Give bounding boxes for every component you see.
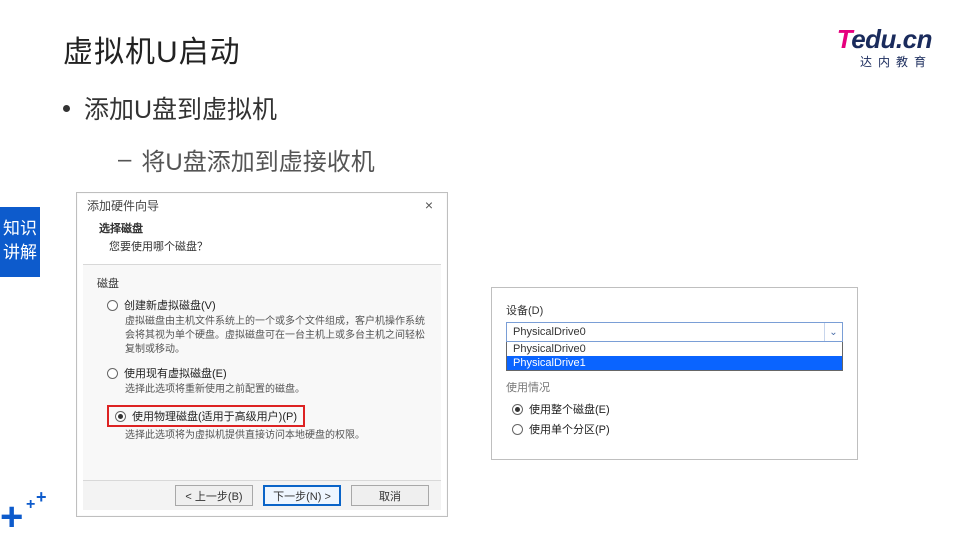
back-button[interactable]: < 上一步(B) [175, 485, 253, 506]
slide-title: 虚拟机U启动 [63, 27, 241, 71]
sub-bullet-item: – 将U盘添加到虚接收机 [118, 142, 375, 177]
logo-t-letter: T [837, 24, 851, 54]
radio-icon[interactable] [107, 368, 118, 379]
dropdown-option-physicaldrive0[interactable]: PhysicalDrive0 [507, 342, 842, 356]
brand-logo: Tedu.cn 达内教育 [837, 24, 932, 70]
logo-subtitle: 达内教育 [837, 53, 932, 70]
side-tag-label: 知识讲解 [0, 207, 40, 277]
option-use-whole-disk[interactable]: 使用整个磁盘(E) [512, 401, 843, 417]
radio-icon[interactable] [512, 424, 523, 435]
cancel-button[interactable]: 取消 [351, 485, 429, 506]
bullet-dot-icon [63, 105, 70, 112]
option-label: 创建新虚拟磁盘(V) [124, 297, 216, 313]
close-icon[interactable]: × [421, 197, 437, 214]
dialog-heading: 选择磁盘 [99, 220, 431, 236]
usage-heading: 使用情况 [506, 379, 843, 395]
section-label-disk: 磁盘 [97, 275, 427, 291]
dash-icon: – [118, 146, 131, 174]
radio-icon[interactable] [107, 300, 118, 311]
chevron-down-icon[interactable]: ⌄ [824, 323, 842, 341]
combobox-value: PhysicalDrive0 [513, 326, 586, 338]
plus-icon: + [36, 487, 47, 508]
option-use-single-partition[interactable]: 使用单个分区(P) [512, 421, 843, 437]
radio-icon[interactable] [115, 411, 126, 422]
option-use-physical-disk[interactable]: 使用物理磁盘(适用于高级用户)(P) 选择此选项将为虚拟机提供直接访问本地硬盘的… [107, 405, 427, 443]
option-label: 使用现有虚拟磁盘(E) [124, 365, 227, 381]
option-description: 选择此选项将重新使用之前配置的磁盘。 [125, 383, 427, 397]
device-combobox[interactable]: PhysicalDrive0 ⌄ [506, 322, 843, 342]
option-use-existing-vdisk[interactable]: 使用现有虚拟磁盘(E) 选择此选项将重新使用之前配置的磁盘。 [107, 365, 427, 397]
sub-bullet-text: 将U盘添加到虚接收机 [141, 142, 374, 177]
bullet-item: 添加U盘到虚拟机 [63, 90, 277, 126]
device-select-panel: 设备(D) PhysicalDrive0 ⌄ PhysicalDrive0 Ph… [491, 287, 858, 460]
option-label: 使用单个分区(P) [529, 421, 610, 437]
corner-plus-decoration: + + + [0, 484, 60, 540]
device-label: 设备(D) [506, 302, 843, 318]
radio-icon[interactable] [512, 404, 523, 415]
plus-icon: + [0, 497, 23, 537]
option-description: 虚拟磁盘由主机文件系统上的一个或多个文件组成，客户机操作系统会将其视为单个硬盘。… [125, 315, 427, 357]
option-description: 选择此选项将为虚拟机提供直接访问本地硬盘的权限。 [125, 429, 427, 443]
dialog-window-title: 添加硬件向导 [87, 197, 159, 214]
add-hardware-wizard-dialog: 添加硬件向导 × 选择磁盘 您要使用哪个磁盘？ 磁盘 创建新虚拟磁盘(V) 虚拟… [76, 192, 448, 517]
highlight-box: 使用物理磁盘(适用于高级用户)(P) [107, 405, 305, 427]
dialog-button-bar: < 上一步(B) 下一步(N) > 取消 [83, 480, 441, 510]
plus-icon: + [26, 496, 35, 514]
logo-domain: edu.cn [851, 24, 932, 54]
device-dropdown-list[interactable]: PhysicalDrive0 PhysicalDrive1 [506, 342, 843, 371]
option-create-new-vdisk[interactable]: 创建新虚拟磁盘(V) 虚拟磁盘由主机文件系统上的一个或多个文件组成，客户机操作系… [107, 297, 427, 357]
next-button[interactable]: 下一步(N) > [263, 485, 341, 506]
dialog-subheading: 您要使用哪个磁盘？ [99, 238, 431, 254]
dropdown-option-physicaldrive1[interactable]: PhysicalDrive1 [507, 356, 842, 370]
bullet-text: 添加U盘到虚拟机 [84, 90, 277, 126]
option-label: 使用整个磁盘(E) [529, 401, 610, 417]
option-label: 使用物理磁盘(适用于高级用户)(P) [132, 408, 297, 424]
